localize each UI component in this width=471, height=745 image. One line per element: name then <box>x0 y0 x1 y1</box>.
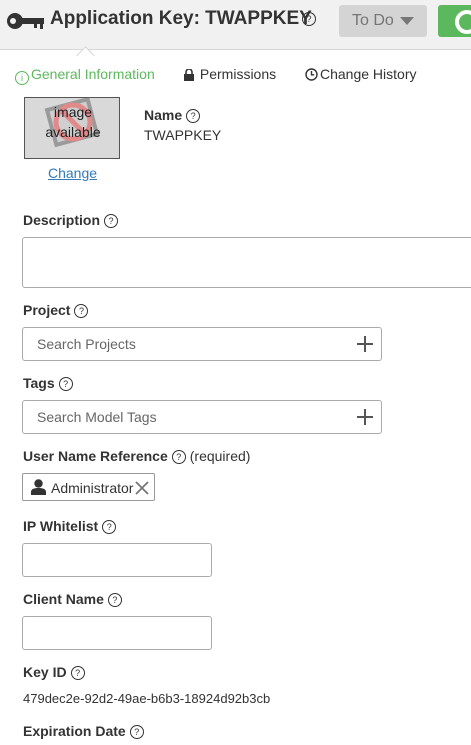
help-icon[interactable]: ? <box>129 725 144 740</box>
tab-label: Change History <box>320 66 417 82</box>
help-icon[interactable]: ? <box>58 377 73 392</box>
user-chip: Administrator <box>22 473 155 501</box>
key-id-value: 479dec2e-92d2-49ae-b6b3-18924d92b3cb <box>23 691 271 706</box>
state-label: To Do <box>352 12 394 29</box>
user-name-reference-label: User Name Reference? (required) <box>23 448 251 465</box>
project-label: Project? <box>23 302 89 319</box>
help-icon[interactable]: ? <box>171 450 186 465</box>
plus-icon[interactable] <box>357 409 373 425</box>
name-value: TWAPPKEY <box>144 127 222 143</box>
help-icon[interactable]: ? <box>70 666 85 681</box>
tab-label: Permissions <box>199 66 277 82</box>
page-title: Application Key: TWAPPKEY <box>50 8 312 29</box>
tags-search-placeholder: Search Model Tags <box>37 409 157 425</box>
help-icon[interactable]: ? <box>302 12 316 26</box>
key-icon <box>6 11 46 34</box>
tags-search-input[interactable]: Search Model Tags <box>22 400 382 434</box>
close-icon[interactable] <box>134 480 150 496</box>
clock-icon <box>305 68 318 81</box>
expiration-date-label: Expiration Date? <box>23 723 144 740</box>
caret-down-icon <box>400 17 414 25</box>
help-icon[interactable]: ? <box>102 520 117 535</box>
tab-general-information[interactable]: i General Information <box>15 66 155 85</box>
lock-icon <box>184 68 194 81</box>
no-image-line2: available <box>45 124 101 140</box>
circle-icon <box>455 10 471 34</box>
help-icon[interactable]: ? <box>107 593 122 608</box>
info-icon: i <box>15 71 29 85</box>
description-field[interactable] <box>22 237 471 288</box>
tab-change-history[interactable]: Change History <box>305 66 417 82</box>
ip-whitelist-field[interactable] <box>22 543 212 577</box>
tab-label: General Information <box>31 66 155 82</box>
key-id-label: Key ID? <box>23 664 85 681</box>
help-icon[interactable]: ? <box>186 109 201 124</box>
help-icon[interactable]: ? <box>74 304 89 319</box>
change-image-link[interactable]: Change <box>48 165 97 181</box>
ip-whitelist-label: IP Whitelist? <box>23 518 117 535</box>
header-bar: Application Key: TWAPPKEY ? To Do <box>0 0 471 50</box>
client-name-field[interactable] <box>22 616 212 650</box>
avatar: image available <box>24 97 120 159</box>
user-chip-label: Administrator <box>51 480 134 496</box>
tab-permissions[interactable]: Permissions <box>184 66 276 82</box>
plus-icon[interactable] <box>357 336 373 352</box>
save-button[interactable] <box>438 5 471 37</box>
user-icon <box>31 479 46 495</box>
client-name-label: Client Name? <box>23 591 122 608</box>
name-label: Name? <box>144 107 201 124</box>
tags-label: Tags? <box>23 375 73 392</box>
description-label: Description? <box>23 212 119 229</box>
project-search-input[interactable]: Search Projects <box>22 327 382 361</box>
state-dropdown-button[interactable]: To Do <box>339 5 427 37</box>
required-note: (required) <box>189 448 251 464</box>
help-icon[interactable]: ? <box>104 214 119 229</box>
project-search-placeholder: Search Projects <box>37 336 136 352</box>
tab-bar: i General Information Permissions Change … <box>0 60 471 88</box>
no-image-line1: image <box>53 104 93 120</box>
